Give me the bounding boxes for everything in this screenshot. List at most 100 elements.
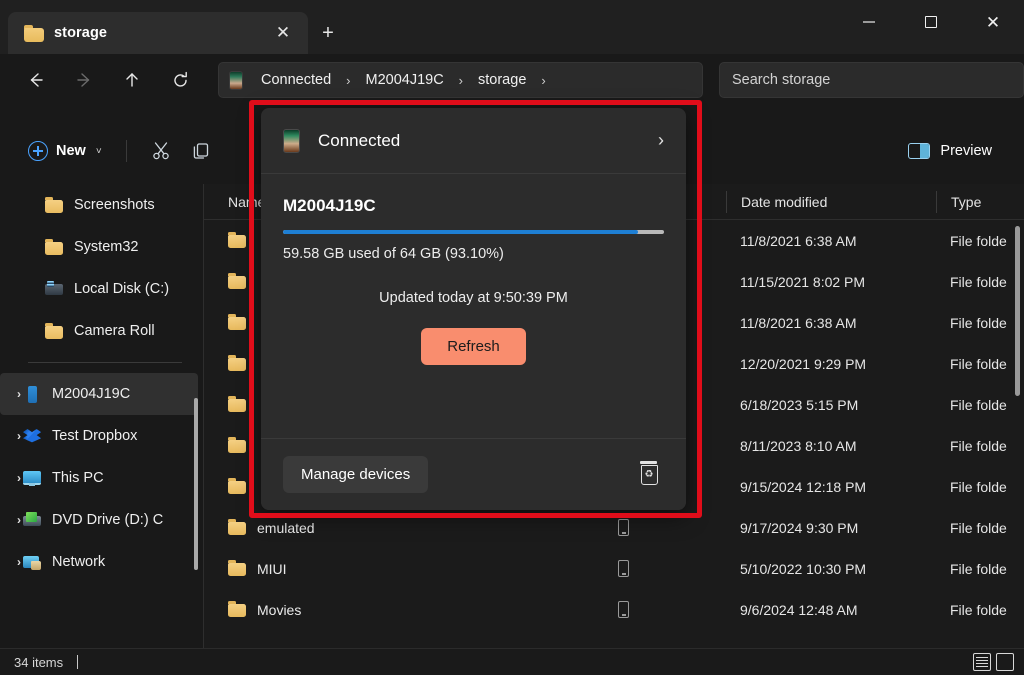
sidebar-item-label: M2004J19C <box>52 386 130 402</box>
sidebar-item-label: Camera Roll <box>74 323 155 339</box>
table-row[interactable]: emulated 9/17/2024 9:30 PM File folde <box>204 507 1024 548</box>
breadcrumb-device[interactable]: M2004J19C <box>357 69 451 91</box>
forward-button[interactable] <box>64 63 104 97</box>
type-cell: File folde <box>936 233 1024 249</box>
phone-icon <box>22 385 42 403</box>
window-controls: ✕ <box>838 0 1024 44</box>
disk-icon <box>44 280 64 298</box>
folder-icon <box>44 196 64 214</box>
date-modified-cell: 12/20/2021 9:29 PM <box>726 356 936 372</box>
file-name-cell: Movies <box>204 601 604 618</box>
type-cell: File folde <box>936 315 1024 331</box>
device-glyph-cell <box>604 519 726 536</box>
folder-icon <box>228 396 247 413</box>
refresh-button[interactable]: Refresh <box>421 328 526 365</box>
sidebar-item-label: This PC <box>52 470 104 486</box>
folder-icon <box>44 322 64 340</box>
close-tab-icon[interactable]: ✕ <box>268 18 298 48</box>
date-modified-cell: 11/15/2021 8:02 PM <box>726 274 936 290</box>
sidebar-item-label: DVD Drive (D:) C <box>52 512 163 528</box>
sidebar-scrollbar[interactable] <box>194 398 198 570</box>
sidebar-item-m2004j19c[interactable]: › M2004J19C <box>0 373 198 415</box>
sidebar-item-label: Network <box>52 554 105 570</box>
device-glyph-cell <box>604 560 726 577</box>
popup-footer: Manage devices ♻ <box>261 438 686 510</box>
breadcrumb-storage[interactable]: storage <box>470 69 534 91</box>
file-list-scrollbar[interactable] <box>1015 226 1020 396</box>
remove-device-button[interactable]: ♻ <box>634 460 664 490</box>
type-cell: File folde <box>936 602 1024 618</box>
column-header-type[interactable]: Type <box>936 191 1024 213</box>
new-button-label: New <box>56 143 86 159</box>
sidebar-item-test-dropbox[interactable]: › Test Dropbox <box>0 415 198 457</box>
file-explorer-window: storage ✕ + ✕ Connected › M2004J19C <box>0 0 1024 675</box>
breadcrumb-connected[interactable]: Connected <box>253 69 339 91</box>
details-view-button[interactable] <box>973 653 991 671</box>
date-modified-cell: 8/11/2023 8:10 AM <box>726 438 936 454</box>
type-cell: File folde <box>936 561 1024 577</box>
popup-body: M2004J19C 59.58 GB used of 64 GB (93.10%… <box>261 174 686 438</box>
new-tab-button[interactable]: + <box>308 12 348 54</box>
file-name-label: Movies <box>257 602 301 618</box>
date-modified-cell: 9/6/2024 12:48 AM <box>726 602 936 618</box>
storage-usage-text: 59.58 GB used of 64 GB (93.10%) <box>283 246 664 262</box>
dropbox-icon <box>22 427 42 445</box>
table-row[interactable]: Movies 9/6/2024 12:48 AM File folde <box>204 589 1024 630</box>
sidebar-item-label: Local Disk (C:) <box>74 281 169 297</box>
sidebar-item-screenshots[interactable]: Screenshots <box>0 184 198 226</box>
sidebar-item-local-disk-c[interactable]: Local Disk (C:) <box>0 268 198 310</box>
storage-progress-track <box>283 230 664 234</box>
tiles-view-button[interactable] <box>996 653 1014 671</box>
chevron-right-icon[interactable]: › <box>658 130 664 151</box>
chevron-right-icon[interactable]: › <box>536 73 550 88</box>
up-button[interactable] <box>112 63 152 97</box>
refresh-button-wrap: Refresh <box>283 328 664 365</box>
device-storage-popup: Connected › M2004J19C 59.58 GB used of 6… <box>261 108 686 510</box>
search-input[interactable]: Search storage <box>719 62 1024 98</box>
back-button[interactable] <box>16 63 56 97</box>
preview-pane-icon <box>908 143 930 159</box>
popup-header[interactable]: Connected › <box>261 108 686 174</box>
file-name-label: emulated <box>257 520 315 536</box>
storage-progress-fill <box>283 230 638 234</box>
chevron-down-icon: ˅ <box>96 146 102 157</box>
sidebar-item-system32[interactable]: System32 <box>0 226 198 268</box>
type-cell: File folde <box>936 274 1024 290</box>
minimize-button[interactable] <box>838 0 900 44</box>
plus-icon <box>28 141 48 161</box>
folder-icon <box>228 314 247 331</box>
close-window-button[interactable]: ✕ <box>962 0 1024 44</box>
chevron-right-icon: › <box>341 73 355 88</box>
sidebar-item-camera-roll[interactable]: Camera Roll <box>0 310 198 352</box>
date-modified-cell: 11/8/2021 6:38 AM <box>726 315 936 331</box>
maximize-button[interactable] <box>900 0 962 44</box>
tab-storage[interactable]: storage ✕ <box>8 12 308 54</box>
date-modified-cell: 9/15/2024 12:18 PM <box>726 479 936 495</box>
folder-icon <box>228 437 247 454</box>
sidebar-item-network[interactable]: › Network <box>0 541 198 583</box>
folder-icon <box>228 355 247 372</box>
type-cell: File folde <box>936 397 1024 413</box>
device-name: M2004J19C <box>283 196 664 216</box>
copy-button[interactable] <box>181 133 221 169</box>
date-modified-cell: 11/8/2021 6:38 AM <box>726 233 936 249</box>
sidebar-item-this-pc[interactable]: › This PC <box>0 457 198 499</box>
preview-button-label: Preview <box>940 143 992 159</box>
column-header-date-modified[interactable]: Date modified <box>726 191 936 213</box>
manage-devices-button[interactable]: Manage devices <box>283 456 428 493</box>
address-bar[interactable]: Connected › M2004J19C › storage › <box>218 62 703 98</box>
date-modified-cell: 6/18/2023 5:15 PM <box>726 397 936 413</box>
sidebar-item-dvd-drive[interactable]: › DVD Drive (D:) C <box>0 499 198 541</box>
table-row[interactable]: MIUI 5/10/2022 10:30 PM File folde <box>204 548 1024 589</box>
new-button[interactable]: New ˅ <box>18 135 112 167</box>
refresh-button[interactable] <box>160 63 200 97</box>
cut-button[interactable] <box>141 133 181 169</box>
search-placeholder: Search storage <box>732 72 830 88</box>
folder-icon <box>228 273 247 290</box>
file-name-cell: emulated <box>204 519 604 536</box>
preview-button[interactable]: Preview <box>898 137 1002 165</box>
folder-icon <box>228 232 247 249</box>
folder-icon <box>44 238 64 256</box>
folder-icon <box>228 601 247 618</box>
device-icon <box>618 560 629 577</box>
